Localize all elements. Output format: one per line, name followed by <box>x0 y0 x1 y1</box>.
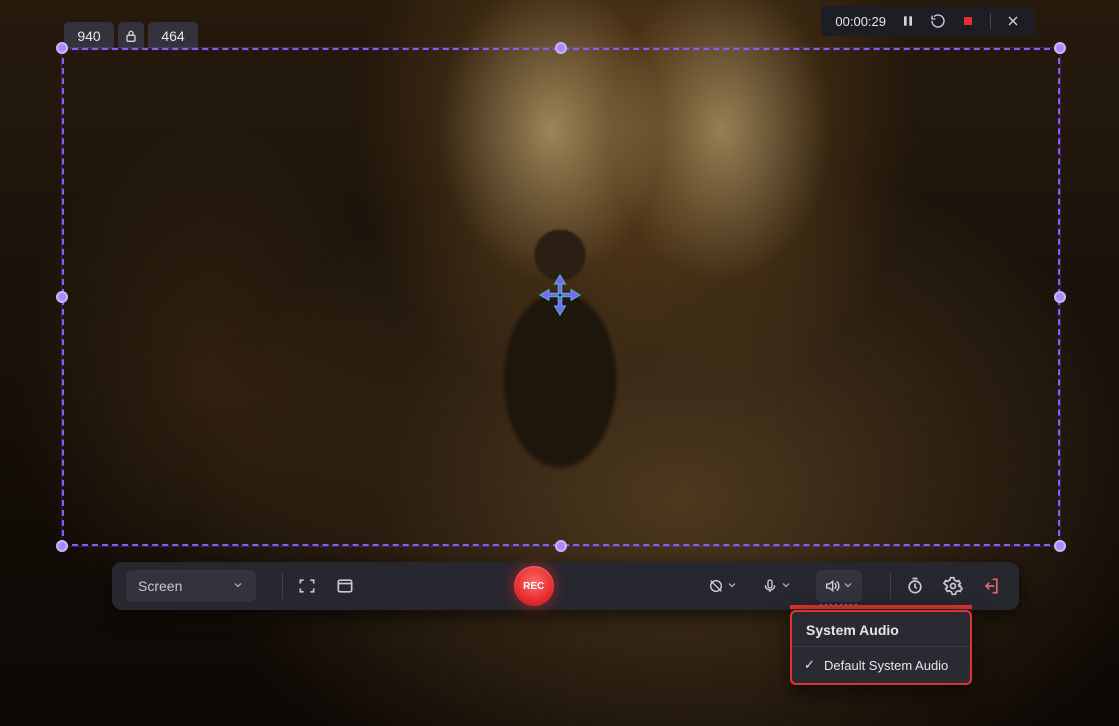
system-audio-option-label: Default System Audio <box>824 658 948 673</box>
webcam-toggle[interactable] <box>708 578 740 594</box>
fullscreen-button[interactable] <box>293 572 321 600</box>
chevron-down-icon <box>780 578 794 594</box>
microphone-toggle[interactable] <box>762 578 794 594</box>
resize-handle-se[interactable] <box>1054 540 1066 552</box>
settings-button[interactable] <box>939 572 967 600</box>
chevron-down-icon <box>232 578 244 594</box>
exit-button[interactable] <box>977 572 1005 600</box>
resize-handle-sw[interactable] <box>56 540 68 552</box>
chevron-down-icon <box>842 578 854 594</box>
source-dropdown[interactable]: Screen <box>126 570 256 602</box>
system-audio-toggle[interactable] <box>816 570 862 602</box>
source-label: Screen <box>138 578 182 594</box>
lock-icon <box>123 28 139 44</box>
control-bar: Screen REC <box>112 562 1019 610</box>
resize-handle-nw[interactable] <box>56 42 68 54</box>
schedule-button[interactable] <box>901 572 929 600</box>
highlight-annotation <box>790 605 972 609</box>
chevron-down-icon <box>726 578 740 594</box>
recording-status-bar: 00:00:29 <box>821 6 1035 36</box>
pause-button[interactable] <box>900 13 916 29</box>
close-button[interactable] <box>1005 13 1021 29</box>
system-audio-menu-title: System Audio <box>792 612 970 647</box>
system-audio-menu: System Audio ✓ Default System Audio <box>790 610 972 685</box>
recording-timer: 00:00:29 <box>835 14 886 29</box>
microphone-icon <box>762 578 778 594</box>
record-label: REC <box>523 581 544 592</box>
separator <box>282 573 283 599</box>
resize-handle-w[interactable] <box>56 291 68 303</box>
lock-aspect-button[interactable] <box>118 22 144 50</box>
stop-button[interactable] <box>960 13 976 29</box>
move-region-handle[interactable] <box>538 273 582 317</box>
separator <box>990 13 991 29</box>
speaker-icon <box>824 578 840 594</box>
capture-height-field[interactable]: 464 <box>148 22 198 50</box>
restart-button[interactable] <box>930 13 946 29</box>
record-button[interactable]: REC <box>514 566 554 606</box>
resize-handle-s[interactable] <box>555 540 567 552</box>
webcam-off-icon <box>708 578 724 594</box>
resize-handle-ne[interactable] <box>1054 42 1066 54</box>
system-audio-option-default[interactable]: ✓ Default System Audio <box>792 647 970 683</box>
checkmark-icon: ✓ <box>804 657 816 673</box>
resize-handle-e[interactable] <box>1054 291 1066 303</box>
capture-width-field[interactable]: 940 <box>64 22 114 50</box>
separator <box>890 573 891 599</box>
resize-handle-n[interactable] <box>555 42 567 54</box>
window-button[interactable] <box>331 572 359 600</box>
